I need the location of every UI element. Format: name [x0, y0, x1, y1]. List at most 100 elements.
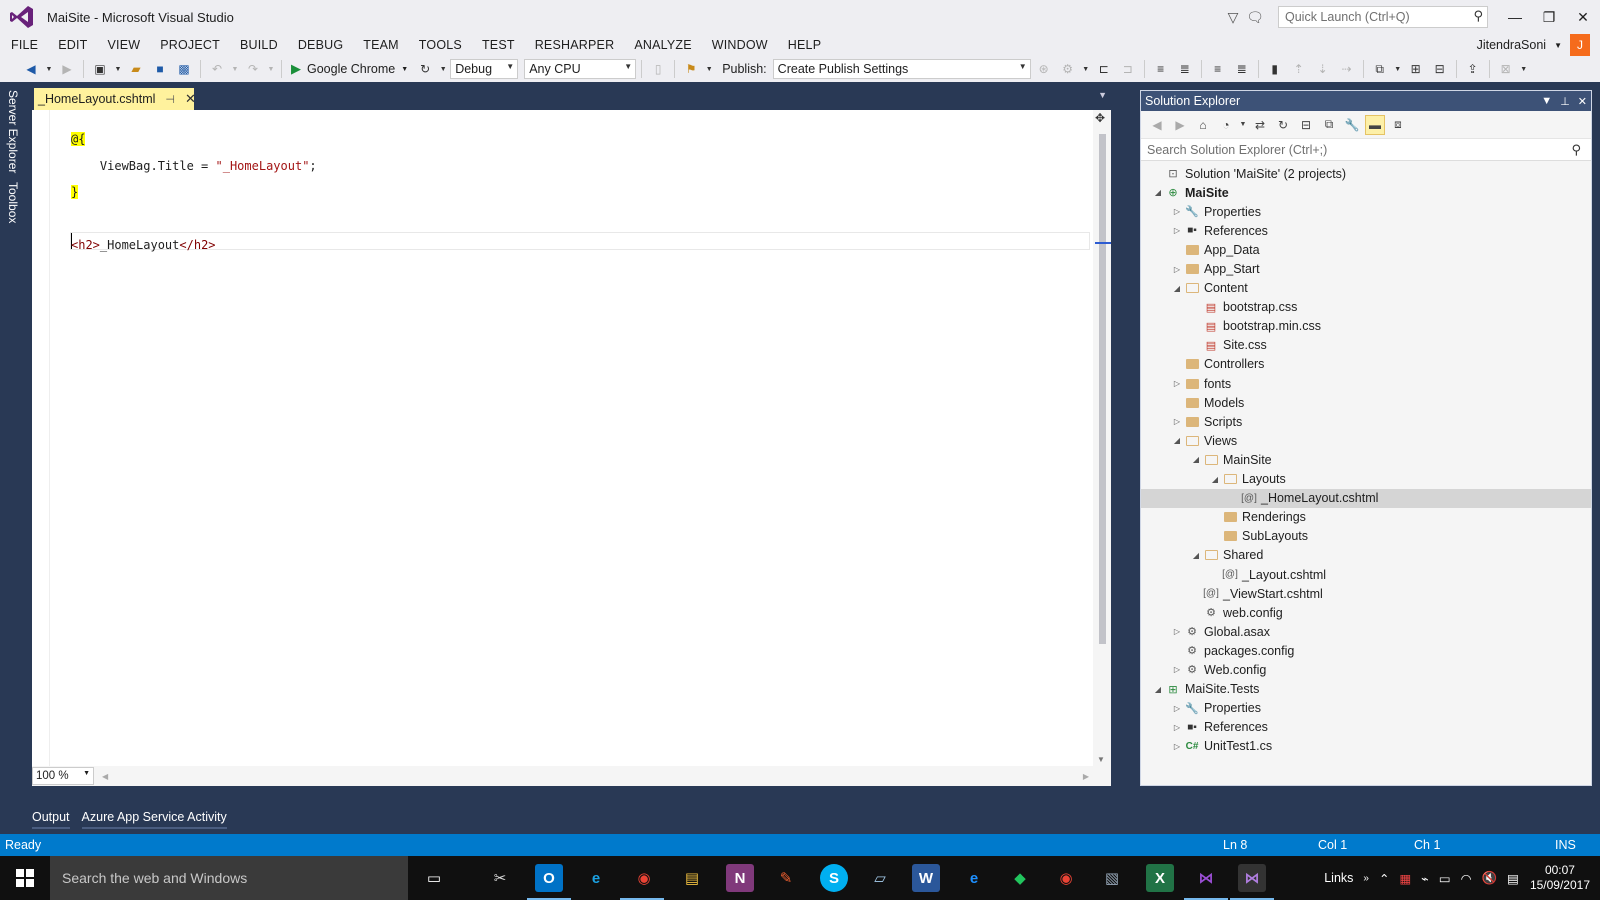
tree-item[interactable]: App_Data — [1141, 240, 1591, 259]
start-debugging-button[interactable]: ▶ Google Chrome ▼ — [287, 61, 412, 77]
chrome-icon[interactable]: ◉ — [1052, 864, 1080, 892]
feedback-icon[interactable]: 🗨 — [1244, 6, 1266, 28]
clear-bookmarks-icon[interactable]: ⇢ — [1336, 58, 1358, 80]
tree-item[interactable]: ◢ Content — [1141, 279, 1591, 298]
collapsed-arrow-icon[interactable]: ▷ — [1170, 665, 1184, 674]
expanded-arrow-icon[interactable]: ◢ — [1189, 455, 1203, 464]
quick-launch-input[interactable]: Quick Launch (Ctrl+Q) ⚲ — [1278, 6, 1488, 28]
scroll-right-icon[interactable]: ▶ — [1083, 772, 1089, 781]
chrome-icon[interactable]: ◉ — [630, 864, 658, 892]
tab-dropdown-icon[interactable]: ▼ — [1098, 90, 1107, 100]
tree-item[interactable]: ▷ 🔧 Properties — [1141, 699, 1591, 718]
build-icon[interactable]: ⊞ — [1405, 58, 1427, 80]
publish-settings-icon[interactable]: ⚙ — [1057, 58, 1079, 80]
user-account[interactable]: JitendraSoni ▼ J — [1477, 34, 1590, 56]
rebuild-icon[interactable]: ⊟ — [1429, 58, 1451, 80]
back-icon[interactable]: ◀ — [1147, 115, 1167, 135]
properties-icon[interactable]: 🔧 — [1342, 115, 1362, 135]
tree-item[interactable]: SubLayouts — [1141, 527, 1591, 546]
preview-selected-items-icon[interactable]: ▬ — [1365, 114, 1385, 135]
tree-item[interactable]: ◢ Views — [1141, 431, 1591, 450]
tree-item[interactable]: ▷ ⚙ Web.config — [1141, 660, 1591, 679]
snipping-tool-icon[interactable]: ✎ — [772, 864, 800, 892]
collapsed-arrow-icon[interactable]: ▷ — [1170, 627, 1184, 636]
volume-muted-icon[interactable]: 🔇 — [1482, 871, 1498, 886]
toolbar-overflow-icon[interactable]: ▼ — [1081, 58, 1091, 80]
minimize-button[interactable]: — — [1498, 0, 1532, 34]
tree-item[interactable]: ◢ MainSite — [1141, 450, 1591, 469]
tray-app-icon[interactable]: ▦ — [1399, 871, 1411, 886]
tree-item[interactable]: ▷ fonts — [1141, 374, 1591, 393]
find-in-files-icon[interactable]: ⚑ — [680, 58, 702, 80]
tree-item[interactable]: ◢ ⊞ MaiSite.Tests — [1141, 680, 1591, 699]
refresh-icon[interactable]: ↻ — [1273, 115, 1293, 135]
tree-item[interactable]: ▷ 🔧 Properties — [1141, 202, 1591, 221]
tree-item[interactable]: [@] _HomeLayout.cshtml — [1141, 488, 1591, 508]
scrollbar-thumb[interactable] — [1099, 134, 1106, 644]
publish-web-icon[interactable]: ⊛ — [1033, 58, 1055, 80]
expanded-arrow-icon[interactable]: ◢ — [1170, 284, 1184, 293]
dropdown-arrow-icon[interactable]: ▼ — [1239, 115, 1247, 135]
menu-edit[interactable]: EDIT — [48, 38, 97, 52]
save-all-icon[interactable]: ▩ — [173, 58, 195, 80]
export-icon[interactable]: ⇪ — [1462, 58, 1484, 80]
navigate-forward-icon[interactable]: ▶ — [56, 58, 78, 80]
sync-with-document-icon[interactable]: ⇄ — [1250, 115, 1270, 135]
tree-item[interactable]: ▷ ■▪ References — [1141, 718, 1591, 737]
tree-item[interactable]: [@] _ViewStart.cshtml — [1141, 584, 1591, 603]
collapsed-arrow-icon[interactable]: ▷ — [1170, 704, 1184, 713]
scroll-down-icon[interactable]: ▼ — [1097, 755, 1105, 764]
undo-icon[interactable]: ↶ — [206, 58, 228, 80]
menu-file[interactable]: FILE — [0, 38, 48, 52]
attach-icon[interactable]: ▯ — [647, 58, 669, 80]
close-window-button[interactable]: ✕ — [1566, 0, 1600, 34]
toolbar-overflow-icon[interactable]: ▼ — [1393, 58, 1403, 80]
excel-icon[interactable]: X — [1146, 864, 1174, 892]
task-view-icon[interactable]: ▭ — [420, 864, 448, 892]
tree-item[interactable]: ⊡ Solution 'MaiSite' (2 projects) — [1141, 164, 1591, 183]
layout-icon[interactable]: ⊠ — [1495, 58, 1517, 80]
zoom-select[interactable]: 100 % ▼ — [32, 767, 94, 785]
increase-indent-icon[interactable]: ≣ — [1174, 58, 1196, 80]
close-panel-icon[interactable]: ✕ — [1578, 95, 1587, 108]
navigate-back-icon[interactable]: ◀ — [20, 58, 42, 80]
window-position-icon[interactable]: ▼ — [1541, 95, 1552, 107]
tree-item[interactable]: [@] _Layout.cshtml — [1141, 565, 1591, 584]
tree-item[interactable]: ▤ Site.css — [1141, 336, 1591, 355]
file-explorer-icon[interactable]: ▤ — [678, 864, 706, 892]
tools-app-icon[interactable]: ✂ — [486, 864, 514, 892]
start-button[interactable] — [0, 856, 50, 900]
menu-view[interactable]: VIEW — [97, 38, 150, 52]
menu-tools[interactable]: TOOLS — [409, 38, 472, 52]
refresh-icon[interactable]: ↻ — [414, 58, 436, 80]
collapsed-arrow-icon[interactable]: ▷ — [1170, 265, 1184, 274]
tab-output[interactable]: Output — [32, 810, 76, 829]
close-icon[interactable]: ✕ — [185, 91, 196, 107]
auto-hide-pin-icon[interactable]: ⊥ — [1560, 95, 1570, 108]
tree-item[interactable]: Controllers — [1141, 355, 1591, 374]
code-editor[interactable]: @{ ViewBag.Title = "_HomeLayout"; } <h2>… — [32, 110, 1111, 786]
quick-info-icon[interactable]: ⊐ — [1117, 58, 1139, 80]
expanded-arrow-icon[interactable]: ◢ — [1151, 685, 1165, 694]
expanded-arrow-icon[interactable]: ◢ — [1151, 188, 1165, 197]
tab-azure-app-service-activity[interactable]: Azure App Service Activity — [81, 810, 233, 829]
comment-lines-icon[interactable]: ≡ — [1207, 58, 1229, 80]
tree-item[interactable]: ⚙ web.config — [1141, 603, 1591, 622]
toolbox-tab[interactable]: Toolbox — [6, 182, 20, 223]
onenote-icon[interactable]: N — [726, 864, 754, 892]
battery-icon[interactable]: ▭ — [1439, 871, 1451, 886]
menu-resharper[interactable]: RESHARPER — [525, 38, 625, 52]
collapsed-arrow-icon[interactable]: ▷ — [1170, 207, 1184, 216]
visual-studio-icon[interactable]: ⋈ — [1192, 864, 1220, 892]
expanded-arrow-icon[interactable]: ◢ — [1170, 436, 1184, 445]
copy-website-icon[interactable]: ⧉ — [1369, 58, 1391, 80]
taskbar-search-input[interactable]: Search the web and Windows — [50, 856, 408, 900]
platform-select[interactable]: Any CPU ▼ — [524, 59, 637, 79]
word-icon[interactable]: W — [912, 864, 940, 892]
expanded-arrow-icon[interactable]: ◢ — [1208, 475, 1222, 484]
bookmark-icon[interactable]: ▮ — [1264, 58, 1286, 80]
skype-icon[interactable]: S — [820, 864, 848, 892]
dropdown-arrow-icon[interactable]: ▼ — [113, 58, 123, 80]
menu-analyze[interactable]: ANALYZE — [624, 38, 701, 52]
collapsed-arrow-icon[interactable]: ▷ — [1170, 723, 1184, 732]
